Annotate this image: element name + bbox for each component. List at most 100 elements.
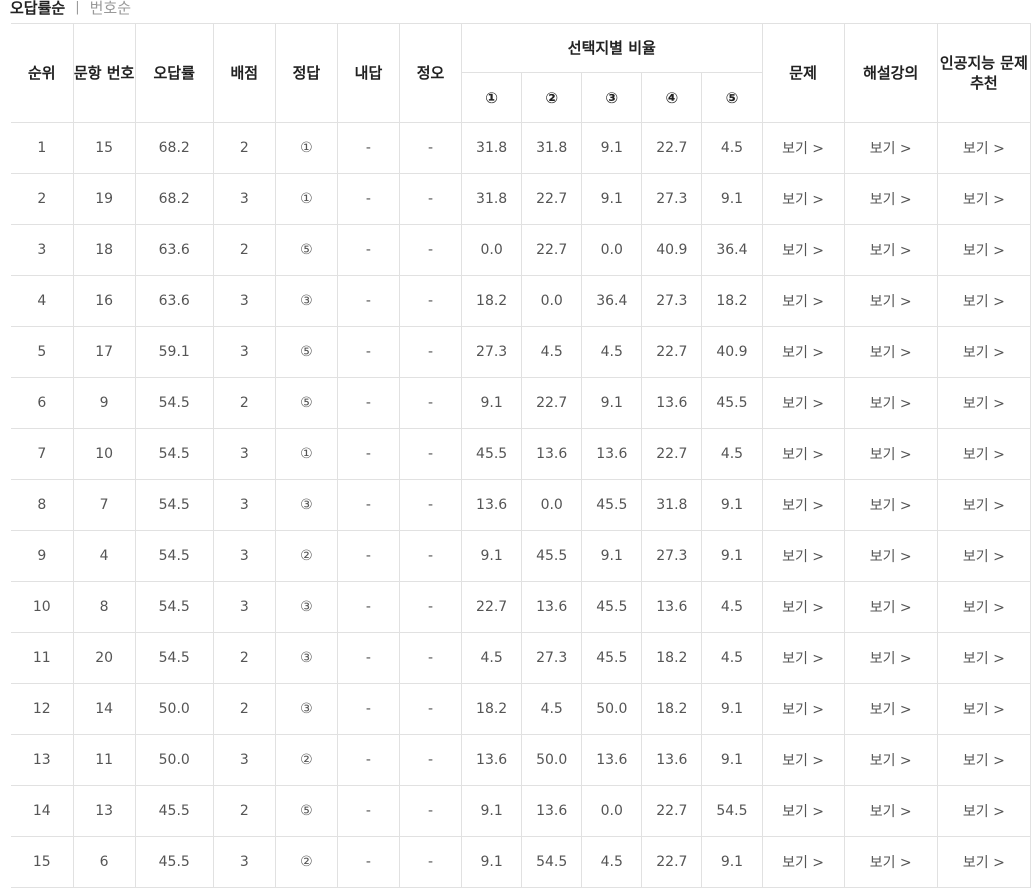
- view-lecture-link[interactable]: 보기 >: [843, 785, 938, 837]
- choice-1-ratio-cell: 13.6: [461, 479, 523, 531]
- choice-5-ratio-cell: 4.5: [701, 122, 763, 174]
- view-ai-recommend-link[interactable]: 보기 >: [936, 632, 1032, 684]
- view-ai-recommend-link[interactable]: 보기 >: [936, 173, 1032, 225]
- rank-cell: 8: [11, 479, 74, 531]
- view-problem-link[interactable]: 보기 >: [761, 275, 845, 327]
- view-lecture-link[interactable]: 보기 >: [843, 275, 938, 327]
- view-lecture-link[interactable]: 보기 >: [843, 377, 938, 429]
- view-ai-recommend-link[interactable]: 보기 >: [936, 326, 1032, 378]
- view-problem-link[interactable]: 보기 >: [761, 632, 845, 684]
- view-lecture-link[interactable]: 보기 >: [843, 224, 938, 276]
- choice-1-ratio-cell: 13.6: [461, 734, 523, 786]
- view-ai-recommend-link[interactable]: 보기 >: [936, 377, 1032, 429]
- choice-3-ratio-cell: 4.5: [581, 836, 643, 888]
- header-choice-4: ④: [641, 72, 703, 123]
- header-choice-3: ③: [581, 72, 643, 123]
- view-lecture-link[interactable]: 보기 >: [843, 734, 938, 786]
- table-row: 8 7 54.5 3 ③ - -13.6 0.0 45.5 31.8 9.1 보기 > 보기 > 보기 >: [11, 479, 1032, 531]
- choice-4-ratio-cell: 13.6: [641, 734, 703, 786]
- view-lecture-link[interactable]: 보기 >: [843, 632, 938, 684]
- view-ai-recommend-link[interactable]: 보기 >: [936, 122, 1032, 174]
- view-problem-link[interactable]: 보기 >: [761, 479, 845, 531]
- answer-cell: ③: [274, 632, 338, 684]
- view-problem-link[interactable]: 보기 >: [761, 428, 845, 480]
- view-problem-link[interactable]: 보기 >: [761, 530, 845, 582]
- points-cell: 2: [212, 683, 276, 735]
- header-correctness: 정오: [398, 23, 463, 123]
- choice-4-ratio-cell: 22.7: [641, 122, 703, 174]
- view-ai-recommend-link[interactable]: 보기 >: [936, 530, 1032, 582]
- table-row: 10 8 54.5 3 ③ - -22.7 13.6 45.5 13.6 4.5 보기 > 보기 > 보기…: [11, 581, 1032, 633]
- view-lecture-link[interactable]: 보기 >: [843, 581, 938, 633]
- header-my-answer: 내답: [336, 23, 401, 123]
- choice-2-ratio-cell: 22.7: [521, 173, 583, 225]
- view-problem-link[interactable]: 보기 >: [761, 683, 845, 735]
- rank-cell: 12: [11, 683, 74, 735]
- wrong-rate-cell: 68.2: [134, 173, 214, 225]
- wrong-rate-cell: 63.6: [134, 224, 214, 276]
- view-lecture-link[interactable]: 보기 >: [843, 479, 938, 531]
- choice-4-ratio-cell: 18.2: [641, 632, 703, 684]
- view-problem-link[interactable]: 보기 >: [761, 224, 845, 276]
- choice-3-ratio-cell: 36.4: [581, 275, 643, 327]
- points-cell: 3: [212, 275, 276, 327]
- view-lecture-link[interactable]: 보기 >: [843, 173, 938, 225]
- header-wrong-rate: 오답률: [134, 23, 214, 123]
- view-lecture-link[interactable]: 보기 >: [843, 326, 938, 378]
- wrong-rate-cell: 50.0: [134, 734, 214, 786]
- view-lecture-link[interactable]: 보기 >: [843, 428, 938, 480]
- points-cell: 2: [212, 122, 276, 174]
- choice-2-ratio-cell: 0.0: [521, 479, 583, 531]
- view-problem-link[interactable]: 보기 >: [761, 122, 845, 174]
- header-choice-2: ②: [521, 72, 583, 123]
- question-number-cell: 19: [72, 173, 136, 225]
- table-row: 12 14 50.0 2 ③ - -18.2 4.5 50.0 18.2 9.1 보기 > 보기 > 보기…: [11, 683, 1032, 735]
- view-ai-recommend-link[interactable]: 보기 >: [936, 785, 1032, 837]
- view-ai-recommend-link[interactable]: 보기 >: [936, 224, 1032, 276]
- correctness-cell: -: [398, 683, 463, 735]
- view-ai-recommend-link[interactable]: 보기 >: [936, 683, 1032, 735]
- view-ai-recommend-link[interactable]: 보기 >: [936, 836, 1032, 888]
- view-lecture-link[interactable]: 보기 >: [843, 683, 938, 735]
- points-cell: 3: [212, 173, 276, 225]
- view-lecture-link[interactable]: 보기 >: [843, 530, 938, 582]
- view-lecture-link[interactable]: 보기 >: [843, 836, 938, 888]
- view-problem-link[interactable]: 보기 >: [761, 326, 845, 378]
- choice-2-ratio-cell: 31.8: [521, 122, 583, 174]
- view-problem-link[interactable]: 보기 >: [761, 581, 845, 633]
- choice-5-ratio-cell: 9.1: [701, 836, 763, 888]
- choice-4-ratio-cell: 22.7: [641, 785, 703, 837]
- choice-5-ratio-cell: 4.5: [701, 632, 763, 684]
- view-lecture-link[interactable]: 보기 >: [843, 122, 938, 174]
- answer-cell: ③: [274, 683, 338, 735]
- choice-3-ratio-cell: 0.0: [581, 224, 643, 276]
- choice-5-ratio-cell: 36.4: [701, 224, 763, 276]
- wrong-rate-cell: 54.5: [134, 581, 214, 633]
- view-ai-recommend-link[interactable]: 보기 >: [936, 479, 1032, 531]
- choice-5-ratio-cell: 9.1: [701, 479, 763, 531]
- my-answer-cell: -: [336, 377, 401, 429]
- points-cell: 2: [212, 377, 276, 429]
- rank-cell: 13: [11, 734, 74, 786]
- correctness-cell: -: [398, 479, 463, 531]
- view-ai-recommend-link[interactable]: 보기 >: [936, 275, 1032, 327]
- view-ai-recommend-link[interactable]: 보기 >: [936, 428, 1032, 480]
- view-ai-recommend-link[interactable]: 보기 >: [936, 581, 1032, 633]
- answer-cell: ⑤: [274, 224, 338, 276]
- view-problem-link[interactable]: 보기 >: [761, 173, 845, 225]
- view-problem-link[interactable]: 보기 >: [761, 734, 845, 786]
- answer-cell: ②: [274, 734, 338, 786]
- choice-2-ratio-cell: 54.5: [521, 836, 583, 888]
- view-problem-link[interactable]: 보기 >: [761, 785, 845, 837]
- correctness-cell: -: [398, 377, 463, 429]
- view-problem-link[interactable]: 보기 >: [761, 377, 845, 429]
- wrong-rate-cell: 68.2: [134, 122, 214, 174]
- sort-separator: |: [75, 0, 80, 15]
- my-answer-cell: -: [336, 530, 401, 582]
- correctness-cell: -: [398, 275, 463, 327]
- sort-by-wrong-rate[interactable]: 오답률순: [10, 0, 65, 18]
- view-ai-recommend-link[interactable]: 보기 >: [936, 734, 1032, 786]
- choice-5-ratio-cell: 9.1: [701, 173, 763, 225]
- view-problem-link[interactable]: 보기 >: [761, 836, 845, 888]
- sort-by-number[interactable]: 번호순: [90, 0, 131, 18]
